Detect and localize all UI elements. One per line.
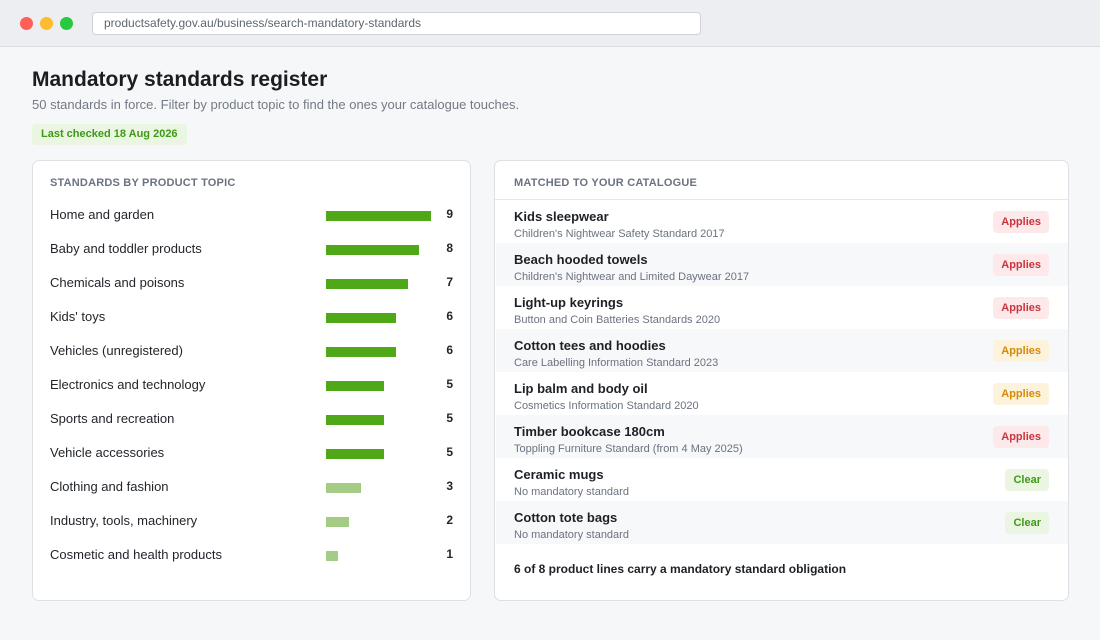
- topic-label: Clothing and fashion: [50, 479, 169, 494]
- catalogue-row[interactable]: Cotton tote bags No mandatory standard Cle…: [496, 501, 1068, 544]
- topic-row[interactable]: Clothing and fashion 3: [50, 478, 455, 512]
- topic-row[interactable]: Chemicals and poisons 7: [50, 274, 455, 308]
- topic-row[interactable]: Vehicles (unregistered) 6: [50, 342, 455, 376]
- topic-label: Home and garden: [50, 207, 155, 222]
- status-badge: Applies: [993, 383, 1049, 405]
- catalogue-panel: MATCHED TO YOUR CATALOGUE Kids sleepwear…: [494, 160, 1069, 601]
- status-badge: Applies: [993, 297, 1049, 319]
- catalogue-row[interactable]: Cotton tees and hoodies Care Labelling In…: [496, 329, 1068, 372]
- catalogue-summary: 6 of 8 product lines carry a mandatory s…: [514, 562, 847, 576]
- status-badge: Applies: [993, 254, 1049, 276]
- topic-count: 5: [446, 411, 453, 425]
- topic-bar: [326, 313, 396, 323]
- product-name: Lip balm and body oil: [514, 381, 648, 396]
- topic-label: Vehicle accessories: [50, 445, 165, 460]
- topic-label: Kids' toys: [50, 309, 106, 324]
- status-badge: Applies: [993, 340, 1049, 362]
- topic-row[interactable]: Electronics and technology 5: [50, 376, 455, 410]
- topic-count: 3: [446, 479, 453, 493]
- topic-bar: [326, 347, 396, 357]
- standard-name: Toppling Furniture Standard (from 4 May …: [514, 443, 743, 455]
- maximize-window-icon[interactable]: [60, 17, 73, 30]
- status-badge: Applies: [993, 211, 1049, 233]
- product-name: Timber bookcase 180cm: [514, 424, 665, 439]
- standard-name: Children's Nightwear and Limited Daywear…: [514, 271, 750, 283]
- close-window-icon[interactable]: [20, 17, 33, 30]
- minimize-window-icon[interactable]: [40, 17, 53, 30]
- page-title: Mandatory standards register: [32, 68, 328, 91]
- standard-name: No mandatory standard: [514, 486, 629, 498]
- topic-bar: [326, 245, 419, 255]
- topic-count: 5: [446, 377, 453, 391]
- topic-count: 2: [446, 513, 453, 527]
- status-badge: Applies: [993, 426, 1049, 448]
- topics-panel: STANDARDS BY PRODUCT TOPIC Home and gard…: [32, 160, 471, 601]
- topic-label: Chemicals and poisons: [50, 275, 185, 290]
- product-name: Ceramic mugs: [514, 467, 604, 482]
- topic-row[interactable]: Home and garden 9: [50, 206, 455, 240]
- standard-name: Cosmetics Information Standard 2020: [514, 400, 699, 412]
- topic-count: 1: [446, 547, 453, 561]
- standard-name: Button and Coin Batteries Standards 2020: [514, 314, 721, 326]
- topic-row[interactable]: Vehicle accessories 5: [50, 444, 455, 478]
- product-name: Kids sleepwear: [514, 209, 609, 224]
- topics-panel-heading: STANDARDS BY PRODUCT TOPIC: [50, 177, 236, 189]
- topic-label: Vehicles (unregistered): [50, 343, 183, 358]
- topic-bar: [326, 211, 431, 221]
- topic-label: Cosmetic and health products: [50, 547, 222, 562]
- status-badge: Clear: [1005, 512, 1049, 534]
- catalogue-row[interactable]: Light-up keyrings Button and Coin Batteri…: [496, 286, 1068, 329]
- topic-bar: [326, 551, 338, 561]
- topic-count: 6: [446, 343, 453, 357]
- standard-name: No mandatory standard: [514, 529, 629, 541]
- product-name: Beach hooded towels: [514, 252, 648, 267]
- topic-bar: [326, 517, 349, 527]
- catalogue-row[interactable]: Ceramic mugs No mandatory standard Clear: [496, 458, 1068, 501]
- topic-bar: [326, 449, 384, 459]
- topic-bar: [326, 483, 361, 493]
- topic-row[interactable]: Kids' toys 6: [50, 308, 455, 342]
- topic-label: Industry, tools, machinery: [50, 513, 198, 528]
- catalogue-row[interactable]: Kids sleepwear Children's Nightwear Safet…: [496, 200, 1068, 243]
- topic-count: 7: [446, 275, 453, 289]
- product-name: Light-up keyrings: [514, 295, 624, 310]
- address-bar[interactable]: productsafety.gov.au/business/search-man…: [92, 12, 701, 35]
- last-checked-badge: Last checked 18 Aug 2026: [32, 124, 187, 145]
- catalogue-row[interactable]: Beach hooded towels Children's Nightwear …: [496, 243, 1068, 286]
- topic-row[interactable]: Cosmetic and health products 1: [50, 546, 455, 580]
- standard-name: Children's Nightwear Safety Standard 201…: [514, 228, 725, 240]
- topic-row[interactable]: Industry, tools, machinery 2: [50, 512, 455, 546]
- topic-row[interactable]: Baby and toddler products 8: [50, 240, 455, 274]
- topic-label: Sports and recreation: [50, 411, 175, 426]
- topic-count: 6: [446, 309, 453, 323]
- topic-count: 8: [446, 241, 453, 255]
- topic-label: Electronics and technology: [50, 377, 206, 392]
- topic-bar: [326, 279, 408, 289]
- topic-bar: [326, 415, 384, 425]
- status-badge: Clear: [1005, 469, 1049, 491]
- topic-bar: [326, 381, 384, 391]
- topic-label: Baby and toddler products: [50, 241, 202, 256]
- product-name: Cotton tees and hoodies: [514, 338, 666, 353]
- topic-row[interactable]: Sports and recreation 5: [50, 410, 455, 444]
- standard-name: Care Labelling Information Standard 2023: [514, 357, 719, 369]
- topic-count: 5: [446, 445, 453, 459]
- catalogue-row[interactable]: Timber bookcase 180cm Toppling Furniture …: [496, 415, 1068, 458]
- page-subtitle: 50 standards in force. Filter by product…: [32, 97, 520, 112]
- catalogue-panel-heading: MATCHED TO YOUR CATALOGUE: [514, 177, 698, 189]
- product-name: Cotton tote bags: [514, 510, 618, 525]
- catalogue-row[interactable]: Lip balm and body oil Cosmetics Informati…: [496, 372, 1068, 415]
- browser-chrome: productsafety.gov.au/business/search-man…: [0, 0, 1100, 47]
- topic-count: 9: [446, 207, 453, 221]
